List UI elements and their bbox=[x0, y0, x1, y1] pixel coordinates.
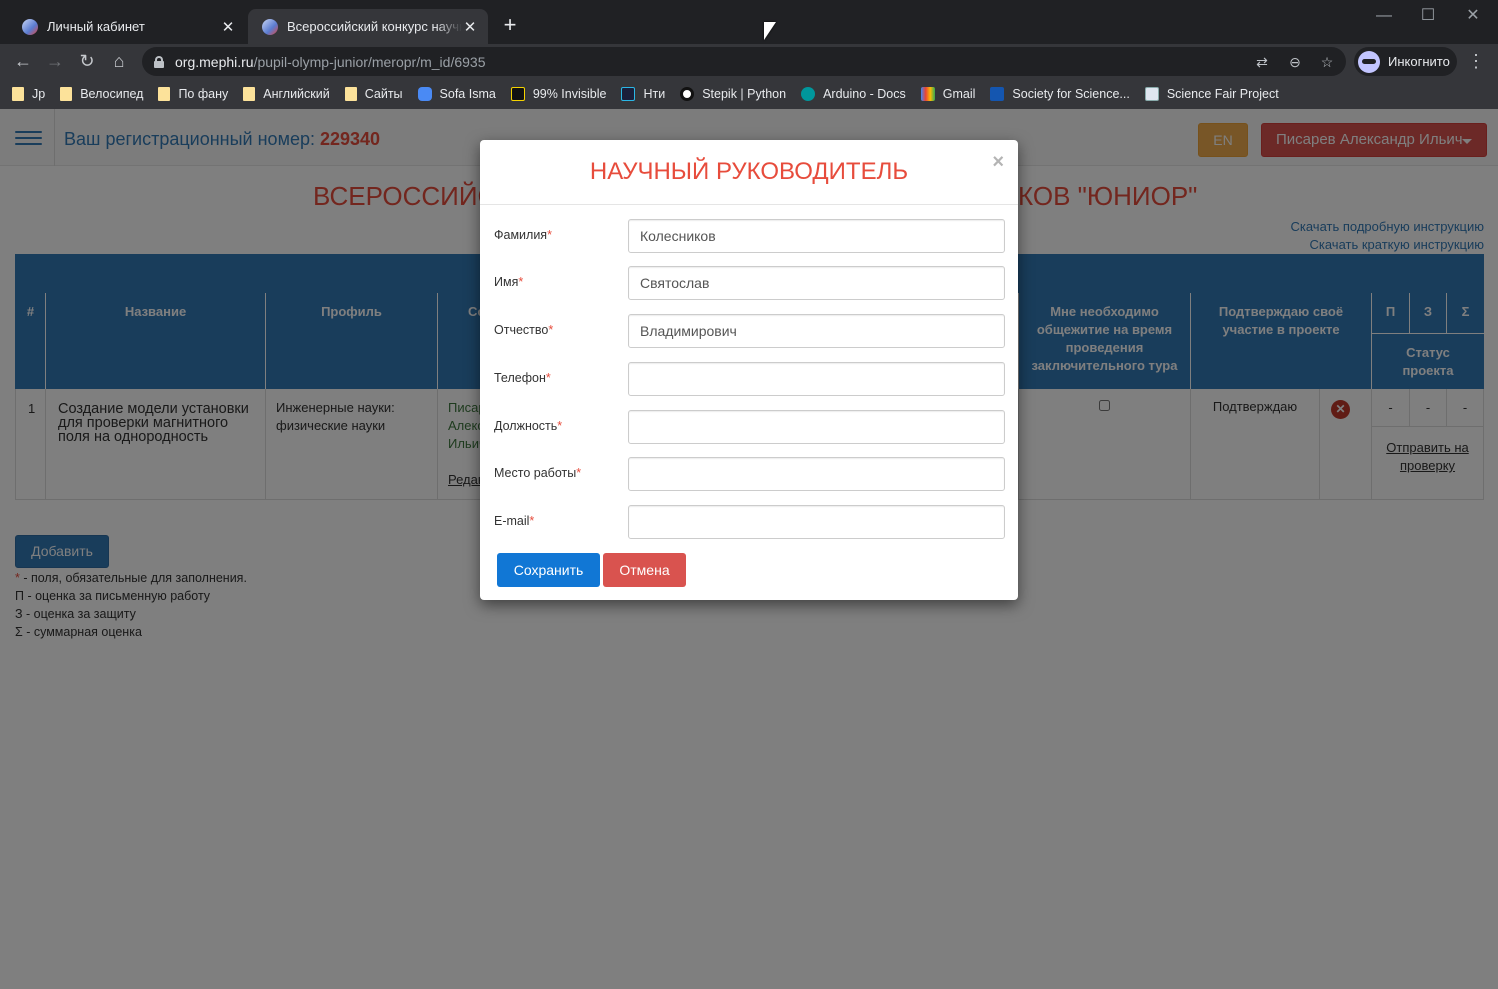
position-field[interactable] bbox=[628, 410, 1005, 444]
field-label: Имя* bbox=[494, 275, 524, 289]
bookmark-english[interactable]: Английский bbox=[243, 81, 330, 107]
address-bar[interactable]: org.mephi.ru/pupil-olymp-junior/meropr/m… bbox=[142, 47, 1346, 76]
arduino-icon bbox=[801, 87, 816, 101]
nti-icon bbox=[621, 87, 636, 101]
bookmark-jp[interactable]: Jp bbox=[12, 81, 45, 107]
folder-icon bbox=[60, 87, 73, 101]
tab-contest[interactable]: Всероссийский конкурс научных ✕ bbox=[248, 9, 488, 44]
bookmark-sites[interactable]: Сайты bbox=[344, 81, 403, 107]
phone-field[interactable] bbox=[628, 362, 1005, 396]
browser-window: Личный кабинет ✕ Всероссийский конкурс н… bbox=[0, 0, 1498, 989]
modal-close-icon[interactable]: × bbox=[992, 151, 1004, 174]
field-row-phone: Телефон* bbox=[494, 362, 1005, 396]
bookmark-label: Sofa Isma bbox=[439, 87, 496, 101]
bookmark-velosiped[interactable]: Велосипед bbox=[60, 81, 143, 107]
incognito-badge[interactable]: Инкогнито bbox=[1354, 47, 1457, 76]
modal-header: НАУЧНЫЙ РУКОВОДИТЕЛЬ × bbox=[480, 140, 1018, 205]
bookmark-nti[interactable]: Нти bbox=[621, 81, 665, 107]
save-button[interactable]: Сохранить bbox=[497, 553, 600, 587]
bookmark-label: Science Fair Project bbox=[1166, 87, 1279, 101]
browser-toolbar: ← → ↻ ⌂ org.mephi.ru/pupil-olymp-junior/… bbox=[0, 44, 1498, 79]
bookmark-label: Gmail bbox=[942, 87, 976, 101]
bookmark-arduino[interactable]: Arduino - Docs bbox=[801, 81, 906, 107]
bookmark-label: Велосипед bbox=[80, 87, 144, 101]
site-favicon-icon bbox=[22, 18, 38, 35]
bookmark-label: 99% Invisible bbox=[532, 87, 607, 101]
cancel-button[interactable]: Отмена bbox=[603, 553, 686, 587]
gmail-icon bbox=[920, 87, 935, 101]
bookmark-label: Stepik | Python bbox=[702, 87, 787, 101]
field-label: Фамилия* bbox=[494, 228, 552, 242]
bookmark-label: Нти bbox=[643, 87, 666, 101]
field-label: Телефон* bbox=[494, 371, 551, 385]
bookmark-gmail[interactable]: Gmail bbox=[920, 81, 976, 107]
bookmarks-bar: Jp Велосипед По фану Английский Сайты So… bbox=[0, 79, 1498, 109]
bookmark-label: По фану bbox=[178, 87, 229, 101]
bookmark-label: Jp bbox=[32, 87, 46, 101]
incognito-label: Инкогнито bbox=[1388, 54, 1450, 69]
folder-icon bbox=[158, 87, 171, 101]
tab-close-icon[interactable]: ✕ bbox=[462, 18, 478, 36]
tab-title: Личный кабинет bbox=[47, 19, 145, 34]
email-field[interactable] bbox=[628, 505, 1005, 539]
surname-field[interactable]: Колесников bbox=[628, 219, 1005, 253]
incognito-icon bbox=[1358, 50, 1380, 73]
field-row-email: E-mail* bbox=[494, 505, 1005, 539]
tab-title: Всероссийский конкурс научных bbox=[287, 19, 462, 34]
mouse-cursor-icon bbox=[764, 22, 776, 40]
lock-icon bbox=[154, 55, 164, 68]
bookmark-sofa-isma[interactable]: Sofa Isma bbox=[417, 81, 496, 107]
bookmark-stepik[interactable]: Stepik | Python bbox=[680, 81, 786, 107]
back-icon[interactable]: ← bbox=[12, 50, 34, 72]
star-icon[interactable]: ☆ bbox=[1318, 53, 1336, 71]
field-label: Отчество* bbox=[494, 323, 554, 337]
stepik-icon bbox=[680, 87, 695, 101]
supervisor-modal: НАУЧНЫЙ РУКОВОДИТЕЛЬ × Фамилия* Колесник… bbox=[480, 140, 1018, 600]
bookmark-society[interactable]: Society for Science... bbox=[990, 81, 1130, 107]
field-row-position: Должность* bbox=[494, 410, 1005, 444]
tab-personal-cabinet[interactable]: Личный кабинет ✕ bbox=[8, 9, 246, 44]
patronymic-field[interactable]: Владимирович bbox=[628, 314, 1005, 348]
science-icon bbox=[1144, 87, 1159, 101]
bookmark-label: Английский bbox=[263, 87, 330, 101]
folder-icon bbox=[344, 87, 357, 101]
first-name-field[interactable]: Святослав bbox=[628, 266, 1005, 300]
society-icon bbox=[990, 87, 1005, 101]
field-row-name: Имя* Святослав bbox=[494, 266, 1005, 300]
modal-title: НАУЧНЫЙ РУКОВОДИТЕЛЬ bbox=[589, 158, 909, 185]
reload-icon[interactable]: ↻ bbox=[76, 50, 98, 72]
field-label: Должность* bbox=[494, 419, 563, 433]
tab-strip: Личный кабинет ✕ Всероссийский конкурс н… bbox=[0, 0, 1498, 44]
window-close-icon[interactable]: ✕ bbox=[1463, 6, 1483, 26]
translate-icon[interactable]: ⇄ bbox=[1253, 53, 1271, 71]
url-domain: org.mephi.ru bbox=[175, 53, 254, 70]
field-label: Место работы* bbox=[494, 466, 582, 480]
menu-icon[interactable]: ⋮ bbox=[1466, 50, 1486, 72]
bookmark-label: Arduino - Docs bbox=[823, 87, 906, 101]
forward-icon[interactable]: → bbox=[44, 50, 66, 72]
bookmark-label: Сайты bbox=[364, 87, 403, 101]
tab-close-icon[interactable]: ✕ bbox=[220, 18, 236, 36]
bookmark-po-fanu[interactable]: По фану bbox=[158, 81, 228, 107]
folder-icon bbox=[12, 87, 24, 101]
url-path: /pupil-olymp-junior/meropr/m_id/6935 bbox=[253, 53, 486, 70]
bookmark-science-fair[interactable]: Science Fair Project bbox=[1144, 81, 1279, 107]
field-row-patronymic: Отчество* Владимирович bbox=[494, 314, 1005, 348]
field-row-surname: Фамилия* Колесников bbox=[494, 219, 1005, 253]
chat-icon bbox=[417, 87, 432, 101]
workplace-field[interactable] bbox=[628, 457, 1005, 491]
bookmark-label: Society for Science... bbox=[1012, 87, 1130, 101]
site-favicon-icon bbox=[262, 18, 278, 35]
field-row-workplace: Место работы* bbox=[494, 457, 1005, 491]
folder-icon bbox=[243, 87, 256, 101]
field-label: E-mail* bbox=[494, 514, 535, 528]
home-icon[interactable]: ⌂ bbox=[108, 50, 130, 72]
minimize-icon[interactable]: — bbox=[1374, 6, 1394, 26]
podcast-icon bbox=[510, 87, 525, 101]
new-tab-button[interactable]: + bbox=[498, 13, 522, 37]
maximize-icon[interactable]: ☐ bbox=[1418, 6, 1438, 26]
bookmark-99-invisible[interactable]: 99% Invisible bbox=[510, 81, 607, 107]
zoom-icon[interactable]: ⊖ bbox=[1286, 53, 1304, 71]
